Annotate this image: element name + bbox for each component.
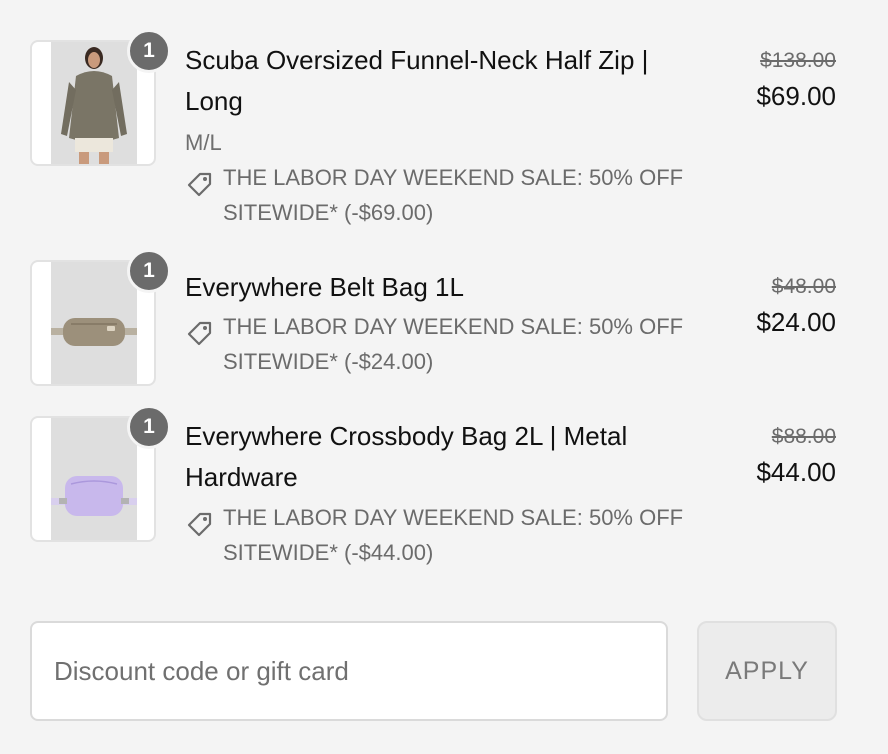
- sale-price: $24.00: [756, 307, 836, 337]
- discount-code-input[interactable]: [30, 621, 668, 721]
- tag-icon: [187, 512, 212, 537]
- apply-button[interactable]: APPLY: [697, 621, 837, 721]
- original-price: $88.00: [771, 425, 836, 448]
- quantity-badge: 1: [127, 249, 171, 293]
- quantity-badge: 1: [127, 405, 171, 449]
- product-name: Everywhere Belt Bag 1L: [185, 272, 464, 302]
- quantity-badge: 1: [127, 29, 171, 73]
- original-price: $138.00: [760, 49, 836, 72]
- discount-text: THE LABOR DAY WEEKEND SALE: 50% OFF SITE…: [223, 165, 684, 225]
- price-block: $138.00 $69.00: [756, 46, 836, 116]
- original-price: $48.00: [771, 275, 836, 298]
- product-name: Scuba Oversized Funnel-Neck Half Zip | L…: [185, 45, 649, 116]
- discount-text: THE LABOR DAY WEEKEND SALE: 50% OFF SITE…: [223, 314, 684, 374]
- order-summary: 1 Scuba Oversized Funnel-Neck Half Zip |…: [0, 0, 888, 754]
- tag-icon: [187, 172, 212, 197]
- price-block: $48.00 $24.00: [756, 272, 836, 342]
- sale-price: $44.00: [756, 457, 836, 487]
- product-image: [51, 42, 137, 164]
- product-image: [51, 262, 137, 384]
- tag-icon: [187, 321, 212, 346]
- price-block: $88.00 $44.00: [756, 422, 836, 492]
- product-variant: M/L: [185, 130, 222, 155]
- discount-text: THE LABOR DAY WEEKEND SALE: 50% OFF SITE…: [223, 505, 684, 565]
- sale-price: $69.00: [756, 81, 836, 111]
- product-name: Everywhere Crossbody Bag 2L | Metal Hard…: [185, 421, 628, 492]
- product-image: [51, 418, 137, 540]
